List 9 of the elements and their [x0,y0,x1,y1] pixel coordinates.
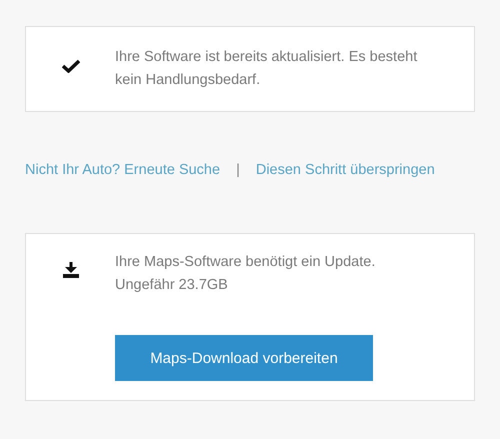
search-again-link[interactable]: Nicht Ihr Auto? Erneute Suche [25,162,220,178]
checkmark-icon [62,59,80,73]
status-message: Ihre Software ist bereits aktualisiert. Es besteht kein Handlungsbedarf. [115,48,418,90]
prepare-download-button[interactable]: Maps-Download vorbereiten [115,335,373,381]
download-size: Ungefähr 23.7GB [115,276,229,295]
download-icon [62,262,80,278]
skip-step-link[interactable]: Diesen Schritt überspringen [256,162,435,178]
link-separator: | [236,162,240,178]
update-message: Ihre Maps-Software benötigt ein Update. [115,253,376,272]
